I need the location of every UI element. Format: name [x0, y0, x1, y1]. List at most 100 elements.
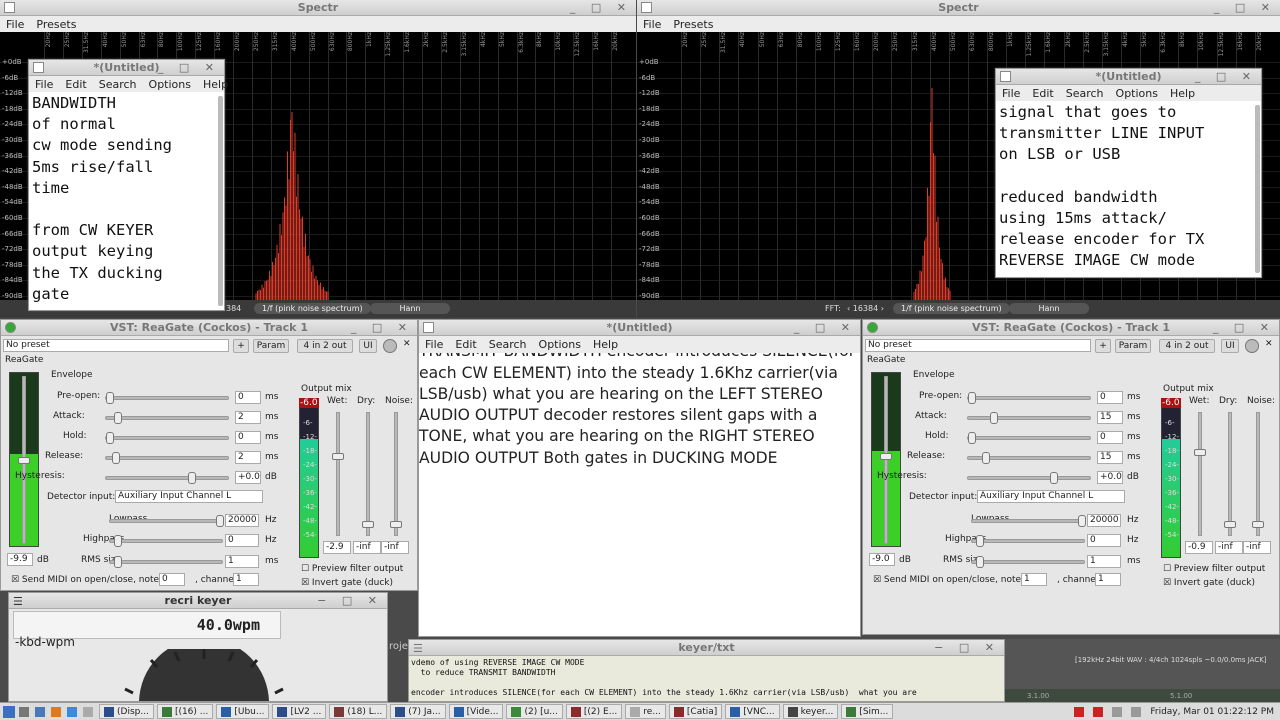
- preopen-slider[interactable]: [105, 392, 229, 404]
- hold-slider[interactable]: [967, 432, 1091, 444]
- hyst-value[interactable]: +0.0: [235, 471, 261, 484]
- midi-checkbox[interactable]: ☒ Send MIDI on open/close, note:: [11, 575, 162, 585]
- menu-edit[interactable]: Edit: [65, 78, 86, 91]
- preset-select[interactable]: No preset: [3, 339, 229, 352]
- dry-slider[interactable]: [1224, 412, 1236, 536]
- taskbar-item[interactable]: [LV2 ...: [272, 704, 327, 719]
- noise-knob[interactable]: [1252, 521, 1264, 528]
- start-menu-icon[interactable]: [3, 705, 15, 718]
- weighting-select-right[interactable]: 1/f (pink noise spectrum): [893, 302, 1010, 314]
- hold-slider[interactable]: [105, 432, 229, 444]
- note-left-titlebar[interactable]: *(Untitled) _ □ ✕: [29, 60, 224, 76]
- hold-value[interactable]: 0: [235, 431, 261, 444]
- weighting-select-left[interactable]: 1/f (pink noise spectrum): [254, 302, 371, 314]
- param-button[interactable]: Param: [253, 339, 289, 353]
- highpass-slider[interactable]: [109, 535, 223, 547]
- taskbar-item[interactable]: keyer...: [782, 704, 839, 719]
- quicklaunch-icons[interactable]: [19, 706, 96, 717]
- menu-search[interactable]: Search: [1066, 87, 1104, 100]
- lowpass-slider[interactable]: [109, 515, 224, 527]
- release-value[interactable]: 15: [1097, 451, 1123, 464]
- invert-checkbox[interactable]: ☒ Invert gate (duck): [301, 578, 393, 588]
- lowpass-value[interactable]: 20000: [225, 514, 259, 527]
- wet-slider[interactable]: [332, 412, 344, 536]
- rms-value[interactable]: 1: [225, 555, 259, 568]
- highpass-knob[interactable]: [114, 535, 122, 547]
- plus-button[interactable]: +: [1095, 339, 1111, 353]
- channel-value[interactable]: 1: [233, 573, 259, 586]
- preset-select[interactable]: No preset: [865, 339, 1091, 352]
- taskbar-item[interactable]: [Sim...: [841, 704, 894, 719]
- threshold-value[interactable]: -9.9: [7, 553, 33, 566]
- menu-edit[interactable]: Edit: [1032, 87, 1053, 100]
- menu-help[interactable]: Help: [203, 78, 228, 91]
- close-icon[interactable]: ✕: [403, 339, 411, 349]
- taskbar-item[interactable]: [Vide...: [448, 704, 504, 719]
- rms-slider[interactable]: [109, 556, 223, 568]
- note-left-text[interactable]: BANDWIDTH of normal cw mode sending 5ms …: [32, 93, 214, 305]
- midi-note-value[interactable]: 1: [1021, 573, 1047, 586]
- noise-slider[interactable]: [1252, 412, 1264, 536]
- taskbar-item[interactable]: (7) Ja...: [390, 704, 446, 719]
- keyer-mode[interactable]: -kbd-wpm: [15, 635, 75, 649]
- menu-file[interactable]: File: [6, 18, 24, 31]
- window-controls[interactable]: _ □ ✕: [570, 1, 632, 14]
- lowpass-slider[interactable]: [971, 515, 1086, 527]
- highpass-value[interactable]: 0: [1087, 534, 1121, 547]
- spectr-right-titlebar[interactable]: Spectr _ □ ✕: [637, 0, 1280, 16]
- rms-knob[interactable]: [976, 556, 984, 568]
- taskbar-item[interactable]: re...: [625, 704, 666, 719]
- lowpass-knob[interactable]: [1078, 515, 1086, 527]
- taskbar-item[interactable]: [(16) ...: [156, 704, 214, 719]
- wet-value[interactable]: -2.9: [323, 541, 351, 554]
- spectr-left-titlebar[interactable]: Spectr _ □ ✕: [0, 0, 636, 16]
- noise-slider[interactable]: [390, 412, 402, 536]
- noise-value[interactable]: -inf: [381, 541, 409, 554]
- attack-slider[interactable]: [967, 412, 1091, 424]
- threshold-slider[interactable]: [18, 376, 30, 544]
- window-controls[interactable]: _ □ ✕: [1195, 70, 1257, 83]
- preopen-value[interactable]: 0: [235, 391, 261, 404]
- preview-checkbox[interactable]: ☐ Preview filter output: [1163, 564, 1265, 574]
- release-slider[interactable]: [967, 452, 1091, 464]
- dry-knob[interactable]: [1224, 521, 1236, 528]
- threshold-knob[interactable]: [880, 453, 892, 460]
- taskbar-item[interactable]: [VNC...: [725, 704, 780, 719]
- rms-value[interactable]: 1: [1087, 555, 1121, 568]
- menu-options[interactable]: Options: [1116, 87, 1158, 100]
- menu-file[interactable]: File: [35, 78, 53, 91]
- hold-knob[interactable]: [106, 432, 114, 444]
- ui-button[interactable]: UI: [359, 339, 377, 353]
- release-knob[interactable]: [982, 452, 990, 464]
- menu-presets[interactable]: Presets: [36, 18, 76, 31]
- midi-checkbox[interactable]: ☒ Send MIDI on open/close, note:: [873, 575, 1024, 585]
- hyst-slider[interactable]: [105, 472, 229, 484]
- param-button[interactable]: Param: [1115, 339, 1151, 353]
- knob-icon[interactable]: [1245, 339, 1259, 353]
- release-slider[interactable]: [105, 452, 229, 464]
- menu-search[interactable]: Search: [489, 338, 527, 351]
- hyst-knob[interactable]: [1050, 472, 1058, 484]
- invert-checkbox[interactable]: ☒ Invert gate (duck): [1163, 578, 1255, 588]
- lowpass-value[interactable]: 20000: [1087, 514, 1121, 527]
- attack-value[interactable]: 15: [1097, 411, 1123, 424]
- menu-options[interactable]: Options: [149, 78, 191, 91]
- window-select-left[interactable]: Hann: [370, 302, 450, 314]
- hold-knob[interactable]: [968, 432, 976, 444]
- menu-file[interactable]: File: [643, 18, 661, 31]
- window-controls[interactable]: _ □ ✕: [794, 321, 856, 334]
- channel-value[interactable]: 1: [1095, 573, 1121, 586]
- fft-size-left[interactable]: 384: [226, 304, 241, 313]
- threshold-value[interactable]: -9.0: [869, 553, 895, 566]
- attack-knob[interactable]: [114, 412, 122, 424]
- dry-value[interactable]: -inf: [353, 541, 381, 554]
- threshold-slider[interactable]: [880, 376, 892, 544]
- taskbar-item[interactable]: [(2) E...: [565, 704, 623, 719]
- scrollbar[interactable]: [1255, 105, 1260, 273]
- hyst-knob[interactable]: [188, 472, 196, 484]
- fft-size-right[interactable]: ‹ 16384 ›: [847, 304, 884, 313]
- window-controls[interactable]: _ □ ✕: [1213, 321, 1275, 334]
- preopen-slider[interactable]: [967, 392, 1091, 404]
- hyst-slider[interactable]: [967, 472, 1091, 484]
- menu-file[interactable]: File: [1002, 87, 1020, 100]
